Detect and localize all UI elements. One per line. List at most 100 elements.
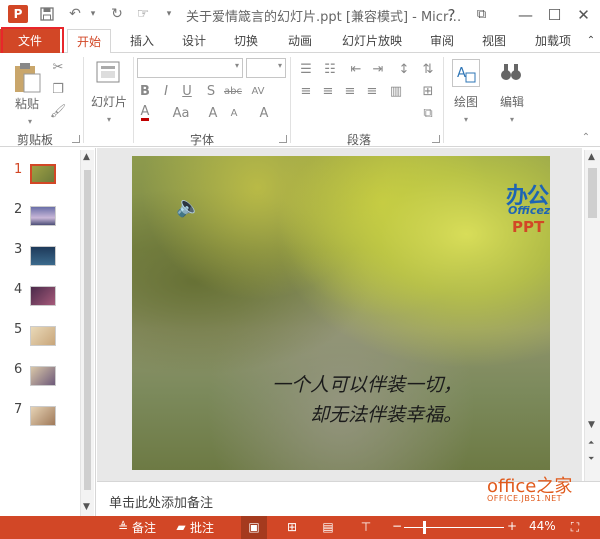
decrease-indent-icon[interactable]: ⇤ xyxy=(348,61,364,77)
notes-toggle-button[interactable]: 备注 xyxy=(132,519,156,536)
fit-to-window-icon[interactable]: ⛶ xyxy=(568,520,582,534)
touch-mode-icon[interactable]: ☞ xyxy=(134,5,152,23)
paste-button[interactable]: 粘贴 xyxy=(12,95,42,111)
tab-slideshow[interactable]: 幻灯片放映 xyxy=(334,29,410,53)
drawing-button[interactable]: 绘图 xyxy=(448,93,484,109)
save-icon[interactable] xyxy=(38,5,56,23)
cut-icon[interactable]: ✂ xyxy=(50,59,66,75)
bullets-icon[interactable]: ☰ xyxy=(298,61,314,77)
drawing-dropdown-icon[interactable]: ▾ xyxy=(458,111,474,127)
customize-qat-icon[interactable]: ▾ xyxy=(160,5,178,23)
binoculars-icon[interactable] xyxy=(498,59,524,85)
zoom-out-button[interactable]: − xyxy=(392,519,402,533)
slide-text-line-1[interactable]: 一个人可以伴装一切， xyxy=(272,370,462,397)
font-size-dropdown[interactable]: ▾ xyxy=(246,58,286,78)
align-left-icon[interactable]: ≡ xyxy=(298,83,314,99)
previous-slide-icon[interactable]: ⏶ xyxy=(588,438,594,448)
slide-sorter-icon[interactable]: ⊞ xyxy=(285,520,299,534)
shadow-icon[interactable]: S xyxy=(203,83,219,99)
comments-icon[interactable]: ▰ xyxy=(174,520,188,534)
slide-thumbnail-2[interactable] xyxy=(30,206,56,226)
ribbon-display-options-button[interactable]: ⧉ xyxy=(468,0,495,29)
editing-button[interactable]: 编辑 xyxy=(494,93,530,109)
slides-dropdown-icon[interactable]: ▾ xyxy=(101,111,117,127)
normal-view-icon[interactable]: ▣ xyxy=(247,520,261,534)
thumbnails-scrollbar[interactable]: ▲ ▼ xyxy=(80,150,94,516)
format-painter-icon[interactable]: 🖌 xyxy=(50,103,67,119)
notes-icon[interactable]: ≜ xyxy=(116,520,130,534)
clipboard-launcher-icon[interactable] xyxy=(72,135,80,143)
notes-placeholder[interactable]: 单击此处添加备注 xyxy=(109,492,213,511)
bold-icon[interactable]: B xyxy=(137,83,153,99)
tab-file[interactable]: 文件 xyxy=(0,29,60,53)
zoom-in-button[interactable]: + xyxy=(507,519,517,533)
tab-insert[interactable]: 插入 xyxy=(122,29,162,53)
maximize-button[interactable]: ☐ xyxy=(541,0,568,29)
minimize-button[interactable]: — xyxy=(512,0,539,29)
line-spacing-icon[interactable]: ↕ xyxy=(396,61,412,77)
strikethrough-icon[interactable]: abc xyxy=(222,83,244,99)
smartart-icon[interactable]: ⧉ xyxy=(420,105,436,121)
font-name-dropdown[interactable]: ▾ xyxy=(137,58,243,78)
character-spacing-icon[interactable]: AV xyxy=(247,83,269,99)
tab-design[interactable]: 设计 xyxy=(174,29,214,53)
increase-font-icon[interactable]: A xyxy=(205,105,221,121)
scrollbar-thumb[interactable] xyxy=(84,170,91,490)
slide-thumbnail-6[interactable] xyxy=(30,366,56,386)
underline-icon[interactable]: U xyxy=(179,83,195,99)
align-text-icon[interactable]: ⊞ xyxy=(420,83,436,99)
increase-indent-icon[interactable]: ⇥ xyxy=(370,61,386,77)
paste-icon[interactable] xyxy=(10,59,44,95)
slide-canvas[interactable]: 🔈 办公 Officez PPT 一个人可以伴装一切， 却无法伴装幸福。 xyxy=(132,156,550,470)
collapse-ribbon-chevron-icon[interactable]: ⌃ xyxy=(578,129,594,145)
numbering-icon[interactable]: ☷ xyxy=(322,61,338,77)
slide-text-line-2[interactable]: 却无法伴装幸福。 xyxy=(310,400,462,427)
slide-thumbnail-7[interactable] xyxy=(30,406,56,426)
scroll-up-icon[interactable]: ▲ xyxy=(83,152,90,162)
text-direction-icon[interactable]: ⇅ xyxy=(420,61,436,77)
reading-view-icon[interactable]: ▤ xyxy=(321,520,335,534)
slide-thumbnail-4[interactable] xyxy=(30,286,56,306)
redo-icon[interactable]: ↻ xyxy=(108,5,126,23)
font-launcher-icon[interactable] xyxy=(279,135,287,143)
zoom-level[interactable]: 44% xyxy=(529,519,556,533)
tab-transitions[interactable]: 切换 xyxy=(226,29,266,53)
next-slide-icon[interactable]: ⏷ xyxy=(588,454,594,464)
copy-icon[interactable]: ❐ xyxy=(50,81,66,97)
drawing-shapes-icon[interactable]: A xyxy=(452,59,480,87)
decrease-font-icon[interactable]: A xyxy=(226,105,242,121)
zoom-slider[interactable] xyxy=(404,527,504,528)
tab-animations[interactable]: 动画 xyxy=(280,29,320,53)
slide-thumbnail-3[interactable] xyxy=(30,246,56,266)
justify-icon[interactable]: ≡ xyxy=(364,83,380,99)
scroll-up-icon[interactable]: ▲ xyxy=(588,152,595,162)
clear-formatting-icon[interactable]: A xyxy=(256,105,272,121)
zoom-slider-thumb[interactable] xyxy=(423,521,426,534)
align-right-icon[interactable]: ≡ xyxy=(342,83,358,99)
close-button[interactable]: ✕ xyxy=(570,0,597,29)
slides-button[interactable]: 幻灯片 xyxy=(88,93,130,109)
scroll-down-icon[interactable]: ▼ xyxy=(588,420,595,430)
audio-speaker-icon[interactable]: 🔈 xyxy=(176,194,201,218)
paste-dropdown-icon[interactable]: ▾ xyxy=(22,113,38,129)
editing-dropdown-icon[interactable]: ▾ xyxy=(504,111,520,127)
tab-review[interactable]: 审阅 xyxy=(422,29,462,53)
tab-home[interactable]: 开始 xyxy=(67,29,111,54)
tab-addins[interactable]: 加载项 xyxy=(528,29,578,53)
undo-icon[interactable]: ↶ xyxy=(66,5,84,23)
scroll-down-icon[interactable]: ▼ xyxy=(83,502,90,512)
slide-thumbnail-5[interactable] xyxy=(30,326,56,346)
paragraph-launcher-icon[interactable] xyxy=(432,135,440,143)
italic-icon[interactable]: I xyxy=(158,83,174,99)
powerpoint-app-icon[interactable]: P xyxy=(8,5,28,23)
slide-scrollbar[interactable]: ▲ ▼ ⏶ ⏷ xyxy=(584,150,600,481)
comments-toggle-button[interactable]: 批注 xyxy=(190,519,214,536)
columns-icon[interactable]: ▥ xyxy=(388,83,404,99)
scrollbar-thumb[interactable] xyxy=(588,168,597,218)
align-center-icon[interactable]: ≡ xyxy=(320,83,336,99)
new-slide-icon[interactable] xyxy=(95,59,121,89)
help-button[interactable]: ? xyxy=(438,0,465,29)
slide-thumbnail-1[interactable] xyxy=(30,164,56,184)
slideshow-icon[interactable]: ⊤ xyxy=(359,520,373,534)
collapse-ribbon-icon[interactable]: ⌃ xyxy=(584,29,598,53)
